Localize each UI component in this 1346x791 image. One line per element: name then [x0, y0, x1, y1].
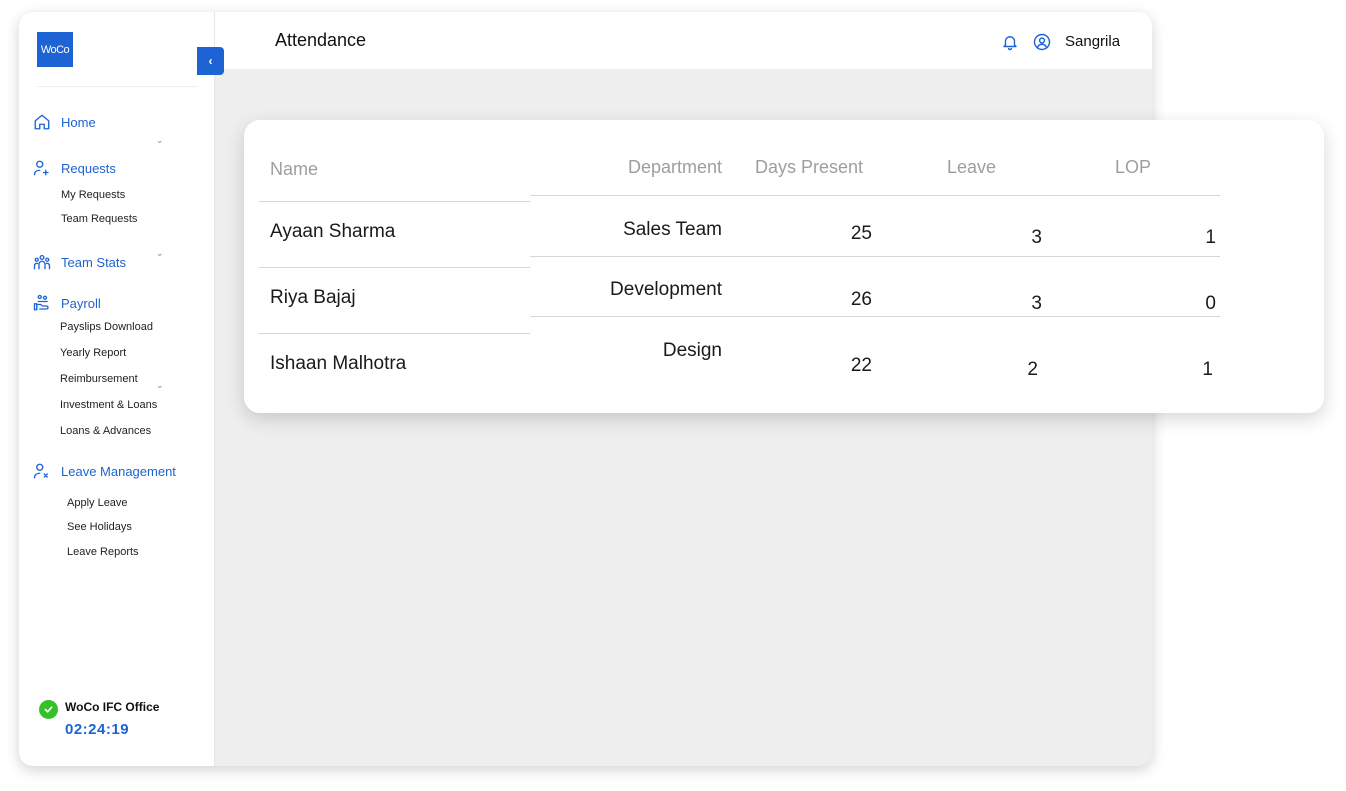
column-header-lop: LOP — [1115, 157, 1152, 177]
cell-days-present: 25 — [850, 223, 872, 244]
cell-lop: 1 — [1202, 359, 1213, 380]
logo: WoCo — [37, 32, 73, 67]
row-divider — [530, 195, 1220, 196]
column-header-leave: Leave — [947, 157, 997, 177]
cell-name: Riya Bajaj — [270, 287, 356, 308]
cell-department: Development — [610, 279, 722, 300]
sidebar-item-team-stats[interactable]: Team Stats — [33, 253, 126, 271]
cell-lop: 0 — [1205, 293, 1216, 314]
page-title: Attendance — [275, 30, 367, 50]
sidebar-subitem-see-holidays[interactable]: See Holidays — [67, 521, 132, 533]
collapse-sidebar-button[interactable]: ‹ — [197, 47, 224, 75]
user-name[interactable]: Sangrila — [1065, 33, 1120, 50]
check-icon — [39, 700, 58, 719]
cell-department: Design — [662, 340, 722, 361]
sidebar-item-label: Payroll — [61, 295, 101, 311]
chevron-down-icon[interactable]: ⌄ — [156, 135, 164, 146]
chevron-left-icon: ‹ — [208, 54, 213, 68]
cell-lop: 1 — [1205, 227, 1216, 248]
team-icon — [33, 254, 51, 270]
sidebar-subitem-reimbursement[interactable]: Reimbursement — [60, 373, 138, 385]
office-name: WoCo IFC Office — [65, 700, 160, 714]
cell-leave: 3 — [1031, 293, 1042, 314]
sidebar-subitem-payslips-download[interactable]: Payslips Download — [60, 321, 153, 333]
payroll-icon — [33, 294, 49, 311]
home-icon — [34, 114, 50, 130]
logo-divider — [37, 86, 197, 87]
row-divider — [259, 201, 530, 202]
sidebar-item-requests[interactable]: Requests — [33, 159, 116, 177]
sidebar-item-label: Leave Management — [61, 463, 176, 479]
sidebar-item-home[interactable]: Home — [33, 113, 96, 131]
user-circle-icon[interactable] — [1033, 33, 1051, 56]
cell-leave: 2 — [1027, 359, 1038, 380]
sidebar: WoCo Home ⌄ Requests My Requests Team Re… — [19, 12, 215, 766]
bell-icon[interactable] — [1001, 33, 1019, 56]
sidebar-subitem-yearly-report[interactable]: Yearly Report — [60, 347, 126, 359]
office-timer: 02:24:19 — [65, 721, 130, 738]
column-header-department: Department — [627, 157, 722, 177]
row-divider — [259, 333, 530, 334]
sidebar-subitem-my-requests[interactable]: My Requests — [61, 189, 125, 201]
row-divider — [530, 316, 1220, 317]
user-x-icon — [33, 463, 48, 479]
row-divider — [530, 256, 1220, 257]
chevron-down-icon[interactable]: ⌄ — [156, 248, 164, 259]
cell-days-present: 22 — [850, 355, 872, 376]
cell-days-present: 26 — [850, 289, 872, 310]
cell-department: Sales Team — [623, 219, 722, 240]
attendance-table: Name Department Days Present Leave LOP A… — [244, 120, 1324, 413]
column-header-name: Name — [270, 159, 319, 179]
sidebar-item-label: Requests — [61, 160, 116, 176]
cell-leave: 3 — [1031, 227, 1042, 248]
cell-name: Ishaan Malhotra — [270, 353, 407, 374]
user-plus-icon — [33, 160, 49, 176]
chevron-down-icon[interactable]: ⌄ — [156, 380, 164, 391]
sidebar-item-leave-management[interactable]: Leave Management — [33, 462, 176, 480]
sidebar-item-label: Team Stats — [61, 254, 127, 270]
column-header-days-present: Days Present — [755, 157, 864, 177]
sidebar-item-label: Home — [61, 114, 96, 130]
sidebar-subitem-loans-advances[interactable]: Loans & Advances — [60, 425, 151, 437]
sidebar-item-payroll[interactable]: Payroll — [33, 294, 101, 312]
sidebar-subitem-apply-leave[interactable]: Apply Leave — [67, 497, 128, 509]
cell-name: Ayaan Sharma — [270, 221, 396, 242]
sidebar-subitem-team-requests[interactable]: Team Requests — [61, 213, 137, 225]
sidebar-subitem-leave-reports[interactable]: Leave Reports — [67, 546, 139, 558]
sidebar-subitem-investment-loans[interactable]: Investment & Loans — [60, 399, 157, 411]
row-divider — [259, 267, 530, 268]
top-bar: Attendance Sangrila — [215, 12, 1152, 69]
